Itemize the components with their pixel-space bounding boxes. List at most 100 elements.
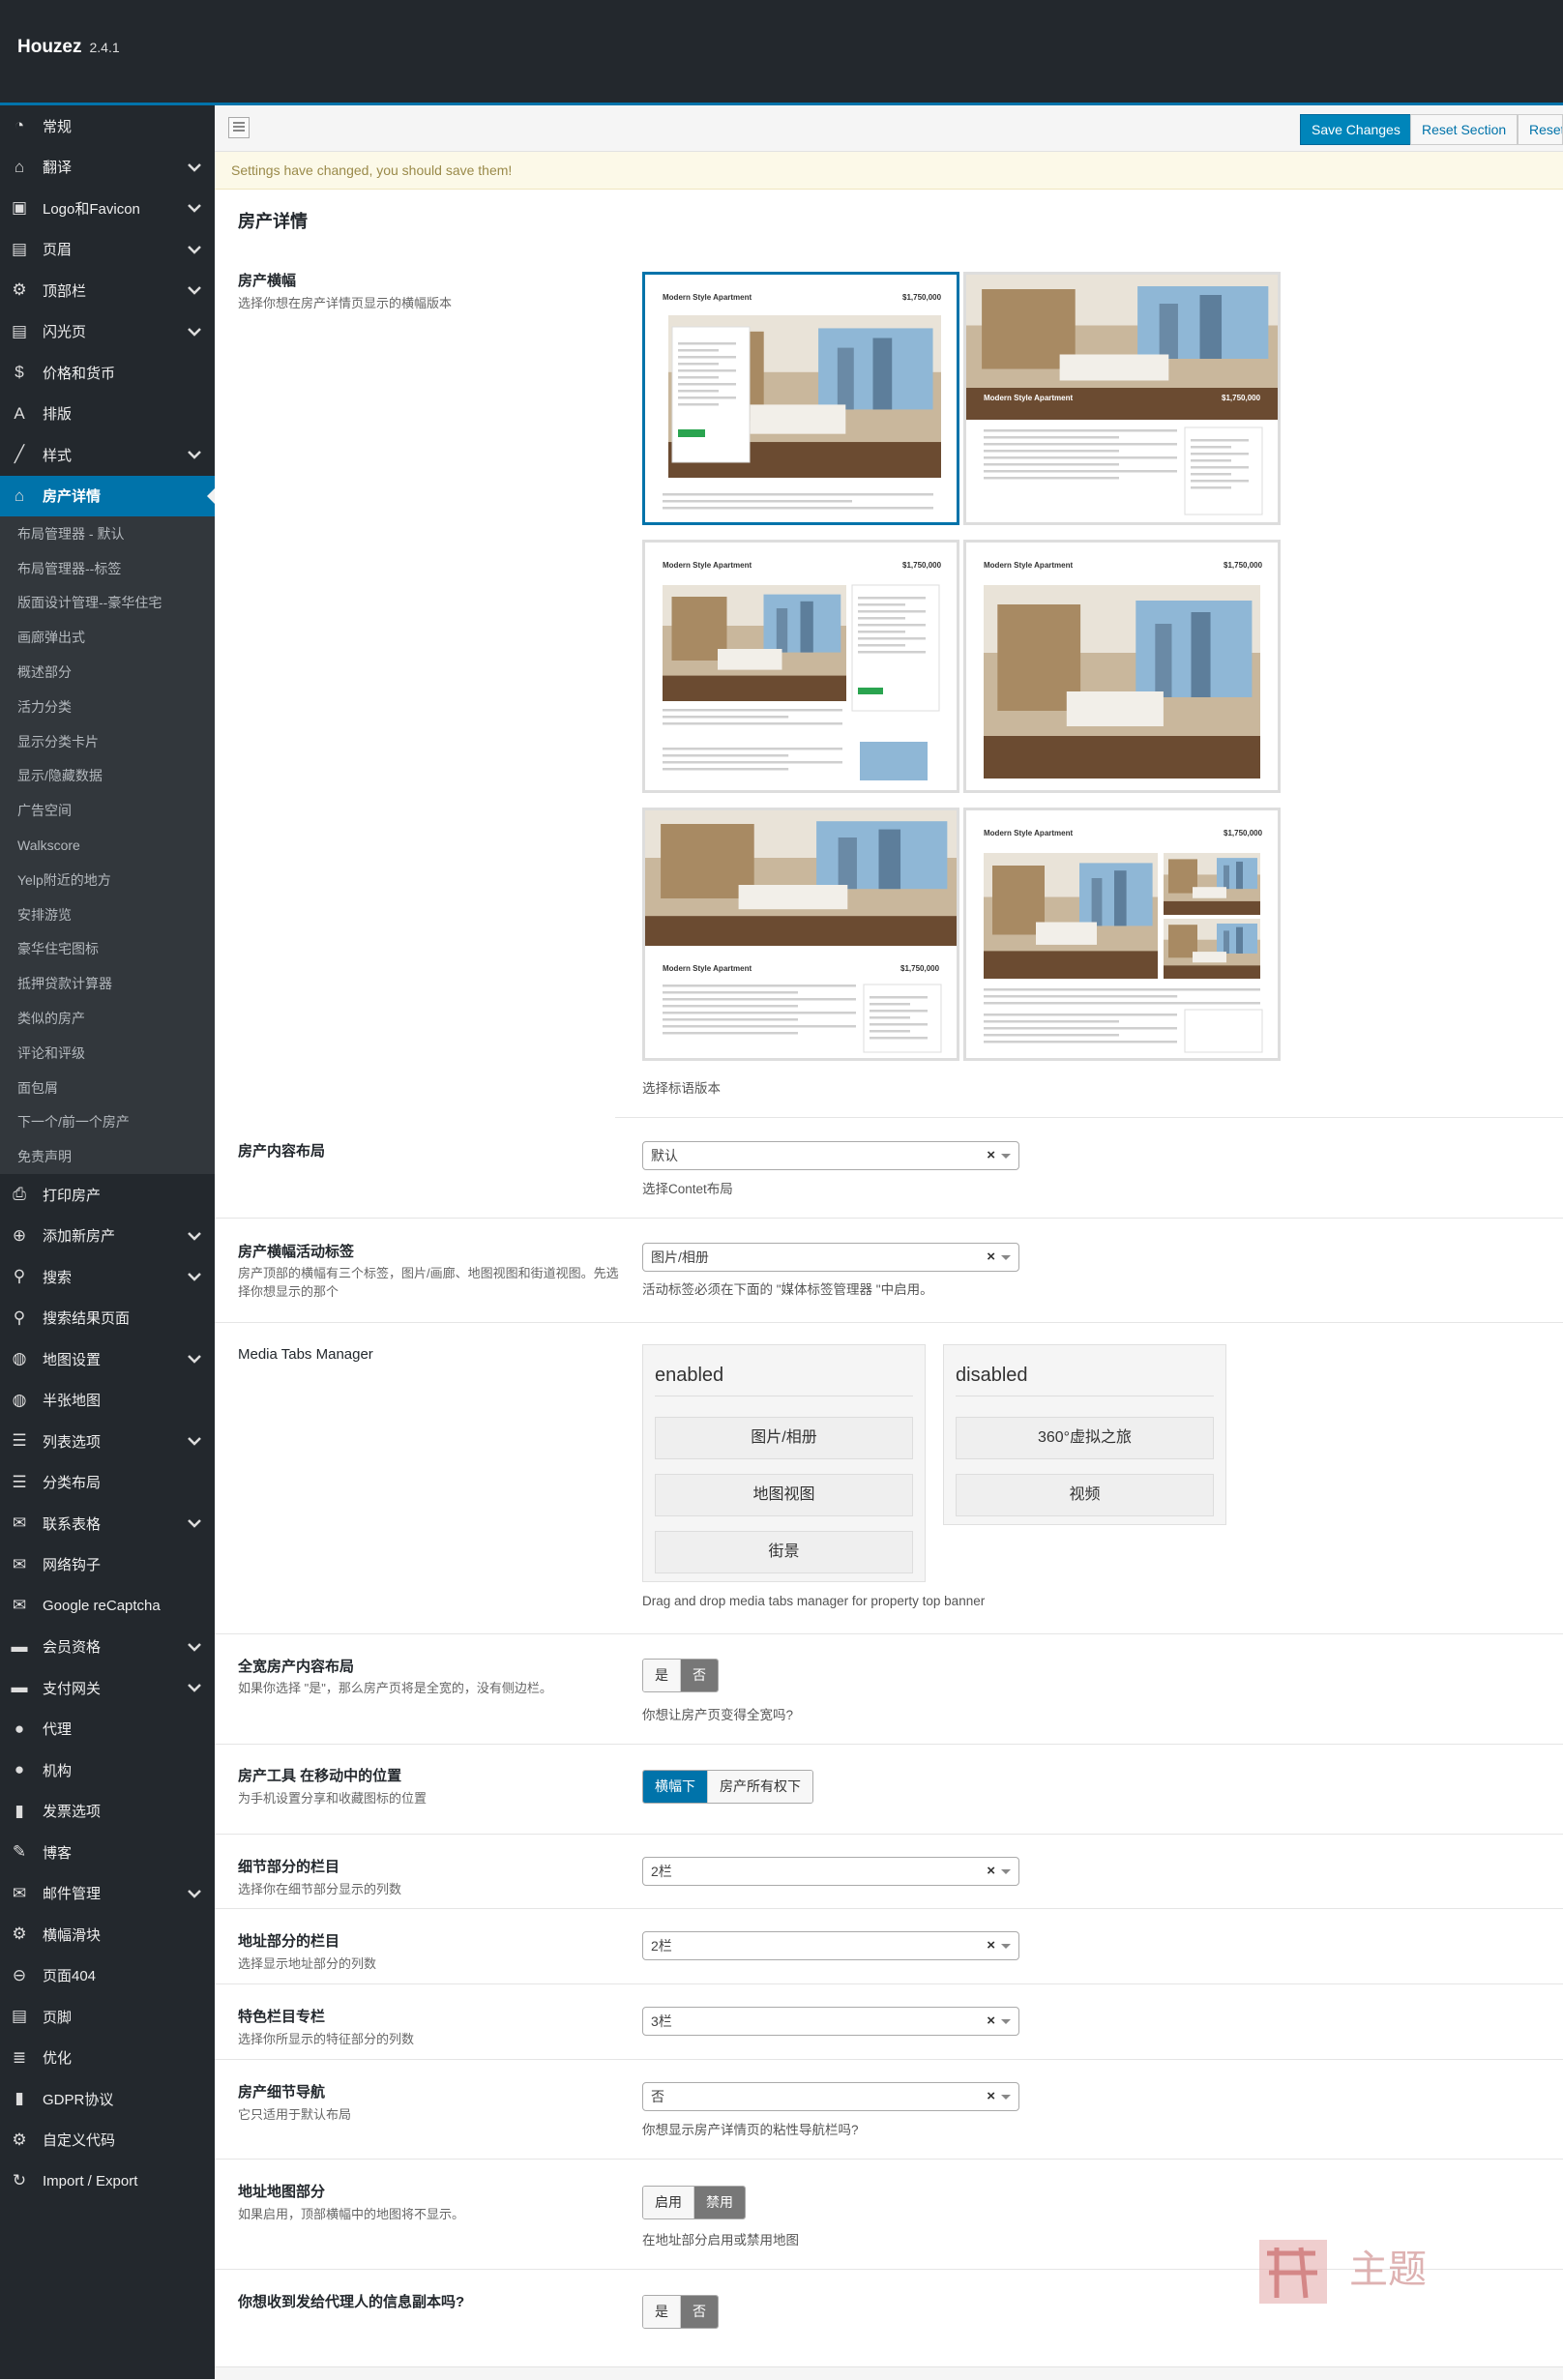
sidebar-item[interactable]: ✉ 联系表格 <box>0 1503 215 1544</box>
media-tab-map-view[interactable]: 地图视图 <box>655 1474 913 1516</box>
sidebar-item[interactable]: ◍ 地图设置 <box>0 1338 215 1380</box>
sidebar-item[interactable]: ⚲ 搜索结果页面 <box>0 1298 215 1339</box>
sidebar-subitem[interactable]: 活力分类 <box>0 690 215 724</box>
sidebar-item-label: 搜索结果页面 <box>43 1310 131 1328</box>
tools-under-title-option[interactable]: 房产所有权下 <box>708 1771 812 1803</box>
banner-option-5[interactable]: Modern Style Apartment $1,750,000 <box>642 808 959 1061</box>
sidebar-subitem[interactable]: 画廊弹出式 <box>0 620 215 655</box>
sidebar-item[interactable]: ▤ 页眉 <box>0 229 215 271</box>
sidebar-subitem[interactable]: 下一个/前一个房产 <box>0 1105 215 1140</box>
address-columns-select[interactable]: 2栏 × <box>642 1931 1019 1960</box>
sidebar-item[interactable]: ✉ 网络钩子 <box>0 1544 215 1586</box>
banner-desc: 选择你想在房产详情页显示的横幅版本 <box>238 296 453 310</box>
banner-option-6[interactable]: Modern Style Apartment $1,750,000 <box>963 808 1281 1061</box>
home-icon: ⌂ <box>14 157 25 176</box>
sidebar-item[interactable]: ✉ Google reCaptcha <box>0 1585 215 1627</box>
sidebar-item[interactable]: ↻ Import / Export <box>0 2160 215 2202</box>
sidebar-item[interactable]: ● 机构 <box>0 1749 215 1791</box>
sidebar-item[interactable]: ▤ 闪光页 <box>0 311 215 353</box>
sidebar-item[interactable]: ⚙ 顶部栏 <box>0 270 215 311</box>
fullwidth-yes-option[interactable]: 是 <box>643 1660 681 1691</box>
sidebar-item[interactable]: ⌂ 房产详情 <box>0 475 215 516</box>
agent-copy-yes-option[interactable]: 是 <box>643 2296 681 2328</box>
sidebar-item-label: 顶部栏 <box>43 282 87 300</box>
clear-icon[interactable]: × <box>987 2083 995 2110</box>
tools-under-banner-option[interactable]: 横幅下 <box>643 1771 708 1803</box>
sidebar-item[interactable]: ⌂ 翻译 <box>0 147 215 189</box>
banner-option-1[interactable]: Modern Style Apartment $1,750,000 <box>642 272 959 525</box>
detail-columns-select[interactable]: 2栏 × <box>642 1857 1019 1886</box>
chevron-down-icon <box>186 1227 203 1245</box>
chevron-down-icon <box>186 1350 203 1367</box>
sidebar-item[interactable]: ▤ 页脚 <box>0 1996 215 2038</box>
fullwidth-no-option[interactable]: 否 <box>681 1660 718 1691</box>
sidebar-item[interactable]: ⚙ 横幅滑块 <box>0 1914 215 1955</box>
detail-nav-select[interactable]: 否 × <box>642 2082 1019 2111</box>
sidebar-subitem[interactable]: 显示/隐藏数据 <box>0 759 215 794</box>
sidebar-subitem[interactable]: 面包屑 <box>0 1071 215 1105</box>
sidebar-item[interactable]: ▮ GDPR协议 <box>0 2078 215 2120</box>
feature-columns-select[interactable]: 3栏 × <box>642 2007 1019 2036</box>
sidebar-item[interactable]: ✎ 博客 <box>0 1832 215 1873</box>
panel-toggle-icon[interactable] <box>228 117 250 138</box>
media-tabs-enabled-box: enabled 图片/相册 地图视图 街景 <box>642 1344 926 1582</box>
sidebar-item[interactable]: ≣ 优化 <box>0 2038 215 2079</box>
sidebar-subitem[interactable]: 广告空间 <box>0 793 215 828</box>
media-tab-video[interactable]: 视频 <box>956 1474 1214 1516</box>
clear-icon[interactable]: × <box>987 1932 995 1959</box>
sidebar-item[interactable]: ⊖ 页面404 <box>0 1955 215 1997</box>
banner-option-3[interactable]: Modern Style Apartment $1,750,000 <box>642 540 959 793</box>
sidebar-item[interactable]: ▬ 支付网关 <box>0 1667 215 1709</box>
dollar-icon: $ <box>15 363 24 382</box>
clear-icon[interactable]: × <box>987 2008 995 2035</box>
user-icon: ● <box>14 1760 25 1779</box>
sidebar-subitem[interactable]: 概述部分 <box>0 655 215 690</box>
sidebar-item[interactable]: ⎙ 打印房产 <box>0 1174 215 1216</box>
media-tab-gallery[interactable]: 图片/相册 <box>655 1417 913 1459</box>
sidebar-subitem[interactable]: 豪华住宅图标 <box>0 932 215 967</box>
sidebar-subitem[interactable]: 抵押贷款计算器 <box>0 966 215 1001</box>
chevron-down-icon <box>1001 2019 1011 2029</box>
sidebar-item[interactable]: ◍ 半张地图 <box>0 1380 215 1422</box>
sidebar-item[interactable]: ☰ 列表选项 <box>0 1421 215 1462</box>
map-disable-option[interactable]: 禁用 <box>694 2187 745 2218</box>
sidebar-subitem[interactable]: 布局管理器--标签 <box>0 551 215 586</box>
sidebar-subitem[interactable]: 免责声明 <box>0 1139 215 1174</box>
map-enable-option[interactable]: 启用 <box>643 2187 694 2218</box>
active-tab-select[interactable]: 图片/相册 × <box>642 1243 1019 1272</box>
sidebar-item[interactable]: ◔ 常规 <box>0 105 215 147</box>
clear-icon[interactable]: × <box>987 1858 995 1885</box>
banner-option-2[interactable]: Modern Style Apartment $1,750,000 <box>963 272 1281 525</box>
sidebar-item[interactable]: ⚲ 搜索 <box>0 1256 215 1298</box>
sidebar-subitem[interactable]: Walkscore <box>0 828 215 863</box>
sidebar-subitem[interactable]: 类似的房产 <box>0 1001 215 1036</box>
sidebar-subitem[interactable]: 显示分类卡片 <box>0 724 215 759</box>
sidebar-subitem[interactable]: 安排游览 <box>0 897 215 932</box>
sidebar-item[interactable]: ▣ Logo和Favicon <box>0 188 215 229</box>
options-toolbar: Save Changes Reset Section Reset <box>215 105 1563 152</box>
sidebar-item[interactable]: $ 价格和货币 <box>0 352 215 394</box>
sidebar-item[interactable]: ╱ 样式 <box>0 434 215 476</box>
clear-icon[interactable]: × <box>987 1244 995 1271</box>
sidebar-item[interactable]: ● 代理 <box>0 1709 215 1750</box>
media-tab-street-view[interactable]: 街景 <box>655 1531 913 1573</box>
sidebar-item[interactable]: ▮ 发票选项 <box>0 1791 215 1833</box>
sidebar-item[interactable]: ✉ 邮件管理 <box>0 1873 215 1915</box>
sidebar-item[interactable]: A 排版 <box>0 394 215 435</box>
sidebar-item[interactable]: ☰ 分类布局 <box>0 1462 215 1504</box>
sidebar-item[interactable]: ⚙ 自定义代码 <box>0 2120 215 2161</box>
reset-section-button[interactable]: Reset Section <box>1410 114 1519 145</box>
sidebar-item[interactable]: ⊕ 添加新房产 <box>0 1216 215 1257</box>
sidebar-subitem[interactable]: 布局管理器 - 默认 <box>0 516 215 551</box>
agent-copy-no-option[interactable]: 否 <box>681 2296 718 2328</box>
clear-icon[interactable]: × <box>987 1142 995 1169</box>
reset-all-button[interactable]: Reset <box>1518 114 1563 145</box>
banner-option-4[interactable]: Modern Style Apartment $1,750,000 <box>963 540 1281 793</box>
content-layout-select[interactable]: 默认 × <box>642 1141 1019 1170</box>
sidebar-subitem[interactable]: Yelp附近的地方 <box>0 863 215 897</box>
save-changes-button[interactable]: Save Changes <box>1300 114 1412 145</box>
media-tab-virtual-tour[interactable]: 360°虚拟之旅 <box>956 1417 1214 1459</box>
sidebar-subitem[interactable]: 版面设计管理--豪华住宅 <box>0 586 215 621</box>
sidebar-subitem[interactable]: 评论和评级 <box>0 1036 215 1071</box>
sidebar-item[interactable]: ▬ 会员资格 <box>0 1627 215 1668</box>
